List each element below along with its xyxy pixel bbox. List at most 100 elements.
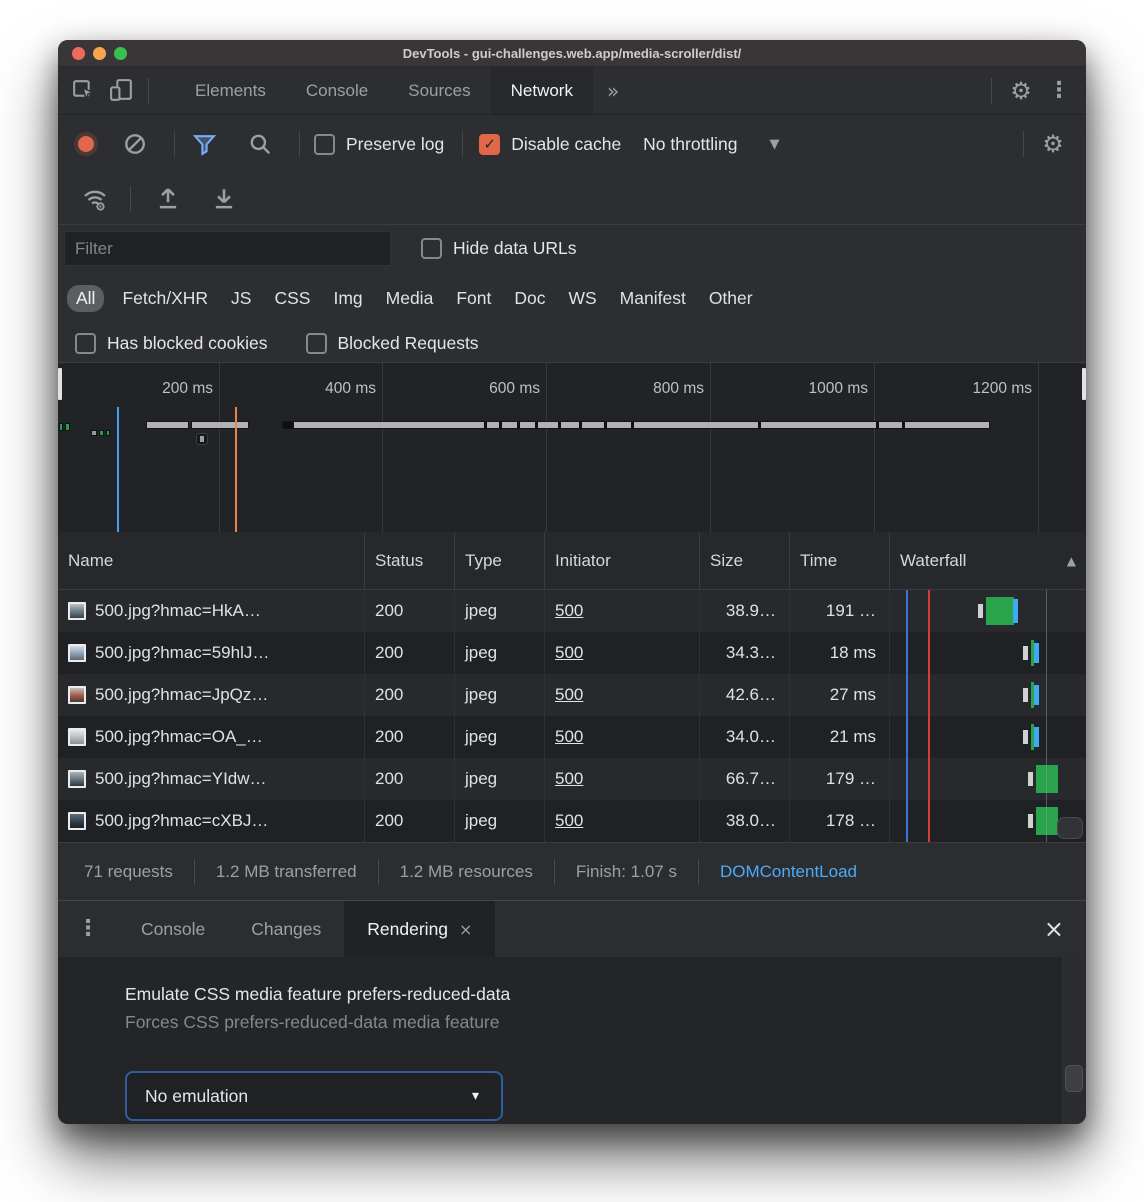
minimize-window-button[interactable]	[93, 47, 106, 60]
close-drawer-icon[interactable]: ×	[1044, 917, 1064, 941]
tab-elements[interactable]: Elements	[175, 67, 286, 114]
initiator-link[interactable]: 500	[555, 643, 583, 663]
throttling-value: No throttling	[643, 134, 737, 155]
drawer-tab-console[interactable]: Console	[118, 901, 228, 957]
request-name: 500.jpg?hmac=cXBJ…	[95, 811, 268, 831]
cell-status: 200	[365, 716, 455, 758]
overview-tick-label: 1200 ms	[920, 380, 1032, 398]
column-label-initiator: Initiator	[555, 551, 611, 571]
initiator-link[interactable]: 500	[555, 769, 583, 789]
drawer-scrollbar[interactable]	[1062, 957, 1086, 1124]
overview-badge	[196, 433, 208, 445]
more-tabs-icon[interactable]: »	[607, 79, 619, 103]
throttling-select[interactable]: No throttling ▼	[643, 134, 779, 155]
filter-pill-js[interactable]: JS	[231, 288, 251, 309]
blocked-requests-checkbox[interactable]	[306, 333, 327, 354]
divider	[1023, 131, 1024, 157]
export-har-icon[interactable]	[205, 180, 243, 218]
sort-ascending-icon[interactable]: ▲	[1059, 554, 1076, 568]
column-label-type: Type	[465, 551, 502, 571]
overview-activity-bar	[191, 421, 249, 429]
tab-console[interactable]: Console	[286, 67, 388, 114]
overview-left-handle[interactable]	[58, 368, 62, 400]
overview-right-handle[interactable]	[1082, 368, 1086, 400]
image-thumbnail	[68, 812, 86, 830]
select-value: No emulation	[145, 1086, 248, 1107]
column-header-type[interactable]: Type	[455, 532, 545, 589]
network-settings-gear-icon[interactable]: ⚙	[1034, 125, 1072, 163]
toggle-device-toolbar-icon[interactable]	[102, 72, 140, 110]
initiator-link[interactable]: 500	[555, 727, 583, 747]
search-icon[interactable]	[241, 125, 279, 163]
record-network-log-button[interactable]	[78, 136, 94, 152]
settings-gear-icon[interactable]: ⚙	[1002, 72, 1040, 110]
filter-pill-media[interactable]: Media	[386, 288, 434, 309]
column-header-time[interactable]: Time	[790, 532, 890, 589]
column-header-initiator[interactable]: Initiator	[545, 532, 700, 589]
import-har-icon[interactable]	[149, 180, 187, 218]
summary-divider	[698, 859, 699, 885]
divider	[130, 186, 131, 212]
filter-pill-other[interactable]: Other	[709, 288, 753, 309]
filter-pill-all[interactable]: All	[67, 285, 104, 312]
clear-network-log-icon[interactable]	[116, 125, 154, 163]
has-blocked-cookies-checkbox[interactable]	[75, 333, 96, 354]
request-row[interactable]: 500.jpg?hmac=HkA…200jpeg50038.9…191 …	[58, 590, 1086, 632]
prefers-reduced-data-select[interactable]: No emulation ▾	[125, 1071, 503, 1121]
select-arrow-icon: ▾	[472, 1088, 479, 1104]
overview-bar-gap	[558, 421, 561, 429]
drawer-tab-rendering[interactable]: Rendering×	[344, 901, 495, 957]
drawer-tab-changes[interactable]: Changes	[228, 901, 344, 957]
preserve-log-checkbox[interactable]	[314, 134, 335, 155]
request-row[interactable]: 500.jpg?hmac=JpQz…200jpeg50042.6…27 ms	[58, 674, 1086, 716]
cell-size: 34.0…	[700, 716, 790, 758]
filter-pill-img[interactable]: Img	[333, 288, 362, 309]
drawer-scrollbar-thumb[interactable]	[1065, 1065, 1083, 1092]
network-conditions-icon[interactable]	[76, 180, 114, 218]
request-row[interactable]: 500.jpg?hmac=YIdw…200jpeg50066.7…179 …	[58, 758, 1086, 800]
column-header-status[interactable]: Status	[365, 532, 455, 589]
close-tab-icon[interactable]: ×	[459, 920, 472, 939]
filter-pill-manifest[interactable]: Manifest	[620, 288, 686, 309]
cell-type: jpeg	[455, 800, 545, 842]
summary-divider	[194, 859, 195, 885]
cell-initiator: 500	[545, 674, 700, 716]
overview-gridline	[710, 363, 711, 532]
cell-name: 500.jpg?hmac=cXBJ…	[58, 800, 365, 842]
table-scrollbar-thumb[interactable]	[1057, 817, 1083, 839]
close-window-button[interactable]	[72, 47, 85, 60]
zoom-window-button[interactable]	[114, 47, 127, 60]
waterfall-event-line	[1046, 590, 1047, 842]
filter-input[interactable]	[64, 231, 391, 266]
image-thumbnail	[68, 644, 86, 662]
hide-data-urls-checkbox[interactable]	[421, 238, 442, 259]
column-header-size[interactable]: Size	[700, 532, 790, 589]
filter-pill-fetch-xhr[interactable]: Fetch/XHR	[122, 288, 208, 309]
request-row[interactable]: 500.jpg?hmac=OA_…200jpeg50034.0…21 ms	[58, 716, 1086, 758]
request-row[interactable]: 500.jpg?hmac=cXBJ…200jpeg50038.0…178 …	[58, 800, 1086, 842]
overview-bar-gap	[631, 421, 634, 429]
column-header-waterfall[interactable]: Waterfall▲	[890, 532, 1086, 589]
tab-network[interactable]: Network	[491, 67, 593, 114]
inspect-element-icon[interactable]	[64, 72, 102, 110]
network-overview-timeline[interactable]: 200 ms400 ms600 ms800 ms1000 ms1200 ms	[58, 363, 1086, 532]
drawer-menu-icon[interactable]: ⋮	[58, 918, 118, 940]
initiator-link[interactable]: 500	[555, 685, 583, 705]
disable-cache-checkbox[interactable]: ✓	[479, 134, 500, 155]
column-header-name[interactable]: Name	[58, 532, 365, 589]
filter-pill-css[interactable]: CSS	[274, 288, 310, 309]
filter-funnel-icon[interactable]	[185, 125, 223, 163]
filter-pill-doc[interactable]: Doc	[514, 288, 545, 309]
filter-pill-ws[interactable]: WS	[568, 288, 596, 309]
overview-chip	[65, 423, 70, 431]
filter-pill-font[interactable]: Font	[456, 288, 491, 309]
initiator-link[interactable]: 500	[555, 601, 583, 621]
waterfall-bar-blue	[1034, 727, 1039, 747]
waterfall-queueing-tick	[1023, 730, 1028, 744]
drawer-tab-label: Changes	[251, 919, 321, 940]
initiator-link[interactable]: 500	[555, 811, 583, 831]
tab-sources[interactable]: Sources	[388, 67, 490, 114]
request-row[interactable]: 500.jpg?hmac=59hlJ…200jpeg50034.3…18 ms	[58, 632, 1086, 674]
divider	[462, 131, 463, 157]
customize-devtools-icon[interactable]: ⋮	[1040, 72, 1078, 110]
